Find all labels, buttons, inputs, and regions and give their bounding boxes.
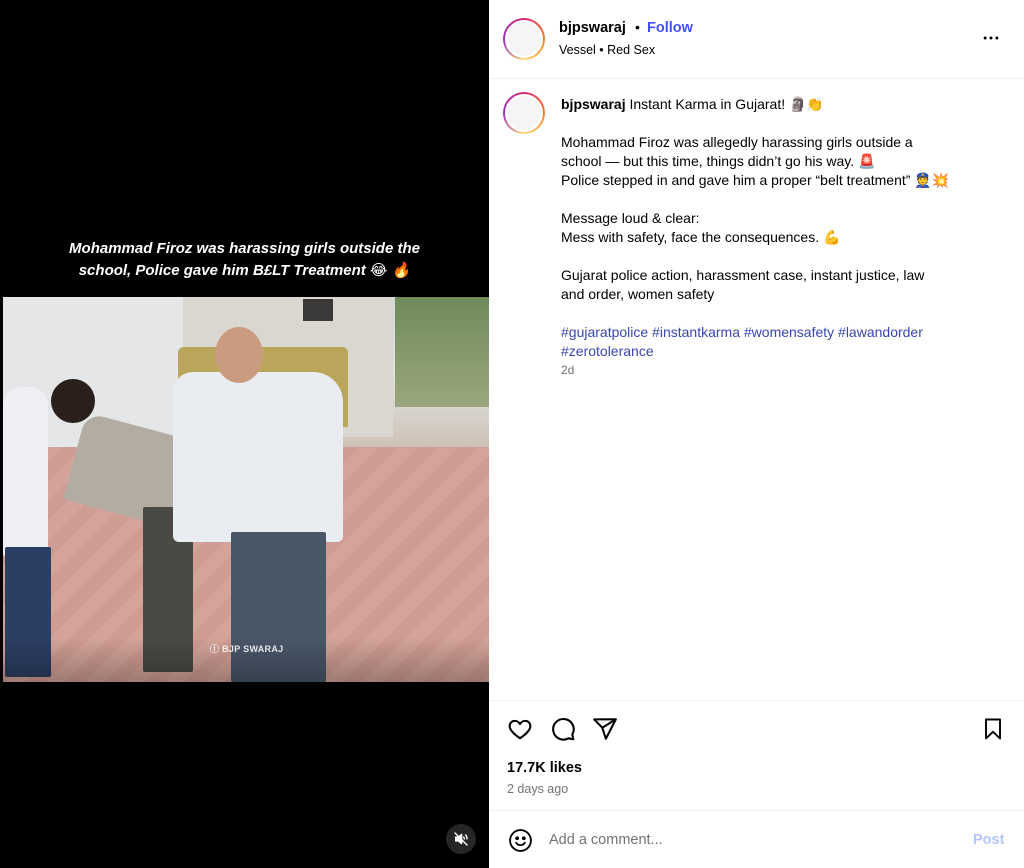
comment-composer: Post [489,810,1024,868]
post-date[interactable]: 2 days ago [507,782,568,796]
caption-line: Mess with safety, face the consequences.… [561,229,841,245]
overlay-caption-line-2: school, Police gave him B£LT Treatment 😂… [78,262,411,279]
paper-plane-icon [593,718,617,740]
mute-button[interactable] [446,824,476,854]
caption-line: Message loud & clear: [561,210,700,226]
comment-input[interactable] [549,827,949,853]
caption-avatar[interactable] [503,92,545,134]
comment-bubble-icon [552,718,575,741]
scene-person-left [3,387,48,557]
share-button[interactable] [591,715,619,743]
audio-subline[interactable]: Vessel • Red Sex [559,43,655,57]
caption-line: and order, women safety [561,286,715,302]
save-button[interactable] [979,715,1007,743]
caption-line: Gujarat police action, harassment case, … [561,267,925,283]
video-overlay-caption: Mohammad Firoz was harassing girls outsi… [0,238,489,282]
header-separator: • [635,19,640,35]
more-icon [983,36,999,40]
avatar[interactable] [503,18,545,60]
comment-button[interactable] [549,715,577,743]
hashtag-links[interactable]: #gujaratpolice #instantkarma #womensafet… [561,323,1001,342]
smiley-icon [508,828,532,852]
bookmark-icon [985,718,1001,740]
caption-line: Mohammad Firoz was allegedly harassing g… [561,134,913,150]
emoji-button[interactable] [507,827,533,853]
more-options-button[interactable] [979,26,1003,50]
video-player[interactable]: Mohammad Firoz was harassing girls outsi… [0,0,489,868]
scene-window [303,299,333,321]
like-button[interactable] [506,715,534,743]
video-watermark: ⓘ BJP SWARAJ [210,644,284,654]
scene-trees [395,297,489,407]
caption-username[interactable]: bjpswaraj [561,96,626,112]
caption-line: school — but this time, things didn’t go… [561,153,876,169]
author-username[interactable]: bjpswaraj [559,20,626,36]
scene-person-center-head [51,379,95,423]
post-header: bjpswaraj • Follow Vessel • Red Sex [489,0,1024,79]
post-side-panel: bjpswaraj • Follow Vessel • Red Sex bjps… [489,0,1024,868]
caption-age[interactable]: 2d [561,361,1001,380]
post-comment-button[interactable]: Post [973,832,1004,848]
video-frame[interactable]: ⓘ BJP SWARAJ [3,297,489,682]
caption-title: Instant Karma in Gujarat! 🗿👏 [625,96,824,112]
muted-speaker-icon [454,832,468,846]
scene-person-right-head [215,327,263,383]
post-caption: bjpswaraj Instant Karma in Gujarat! 🗿👏 M… [561,95,1001,380]
overlay-caption-line-1: Mohammad Firoz was harassing girls outsi… [69,240,420,257]
hashtag-links[interactable]: #zerotolerance [561,342,1001,361]
heart-icon [508,719,532,740]
follow-button[interactable]: Follow [647,20,693,36]
caption-line: Police stepped in and gave him a proper … [561,172,950,188]
likes-count[interactable]: 17.7K likes [507,760,582,776]
post-actions: 17.7K likes 2 days ago [489,700,1024,810]
scene-person-right [173,372,343,542]
